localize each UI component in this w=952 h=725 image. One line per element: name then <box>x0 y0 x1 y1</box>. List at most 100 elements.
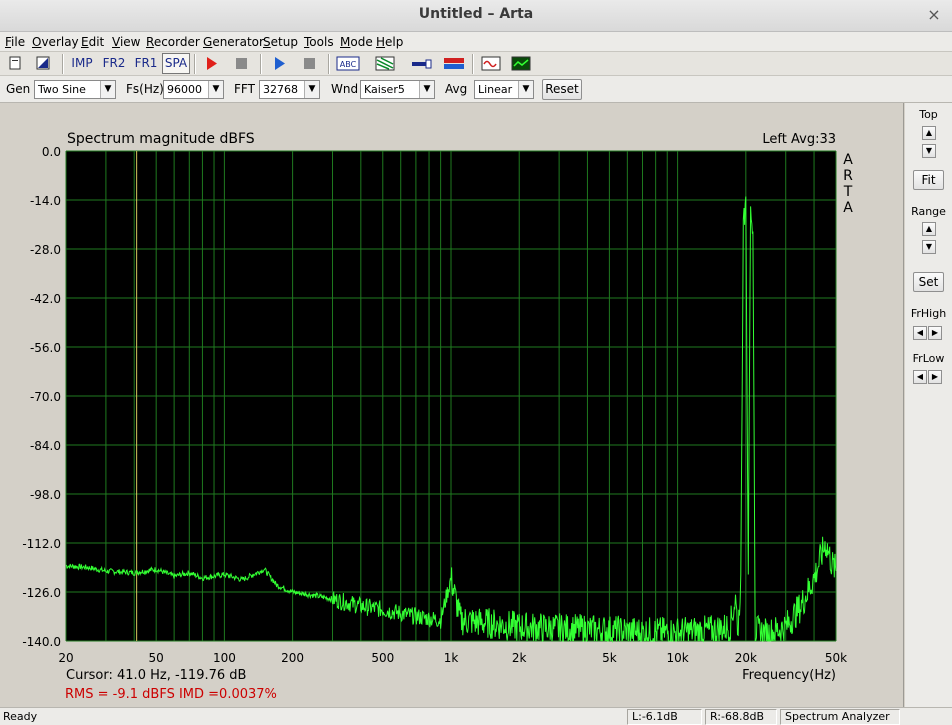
oscilloscope-icon[interactable] <box>508 53 534 74</box>
chart-title: Spectrum magnitude dBFS <box>67 131 255 147</box>
set-button[interactable]: Set <box>913 272 944 292</box>
x-tick-label: 2k <box>512 651 527 665</box>
y-tick-label: -56.0 <box>30 341 61 355</box>
top-label: Top <box>919 108 938 121</box>
fr1-mode-button[interactable]: FR1 <box>132 53 160 74</box>
menu-overlay[interactable]: Overlay <box>32 35 79 49</box>
overlay-icon[interactable] <box>372 53 398 74</box>
status-cell-mode: Spectrum Analyzer <box>780 709 900 725</box>
toolbar-separator <box>260 54 262 74</box>
menu-tools[interactable]: Tools <box>304 35 334 49</box>
record-play-icon[interactable] <box>200 53 222 74</box>
chevron-down-icon: ▼ <box>518 81 533 98</box>
frlow-right-icon[interactable]: ▶ <box>928 370 942 384</box>
spectrum-chart[interactable]: Spectrum magnitude dBFS Left Avg:33 A R … <box>0 103 904 707</box>
y-tick-label: -28.0 <box>30 243 61 257</box>
x-axis-label: Frequency(Hz) <box>742 668 836 683</box>
x-tick-label: 20 <box>58 651 73 665</box>
chevron-down-icon: ▼ <box>208 81 223 98</box>
generator-select-value: Two Sine <box>38 83 86 96</box>
sample-rate-value: 96000 <box>167 83 202 96</box>
signal-generator-icon[interactable] <box>478 53 504 74</box>
calibration-icon[interactable] <box>408 53 436 74</box>
status-bar: Ready L:-6.1dB R:-68.8dB Spectrum Analyz… <box>0 707 952 725</box>
x-tick-label: 20k <box>735 651 757 665</box>
y-tick-label: -112.0 <box>22 537 61 551</box>
side-panel: Top ▲ ▼ Fit Range ▲ ▼ Set FrHigh ◀ ▶ FrL… <box>905 103 952 707</box>
chevron-down-icon: ▼ <box>304 81 319 98</box>
generator-play-icon[interactable] <box>268 53 290 74</box>
spa-mode-button[interactable]: SPA <box>162 53 190 74</box>
open-file-icon[interactable] <box>32 53 54 74</box>
range-up-icon[interactable]: ▲ <box>922 222 936 236</box>
menu-edit[interactable]: Edit <box>81 35 104 49</box>
x-tick-label: 10k <box>666 651 688 665</box>
gen-label: Gen <box>6 82 31 96</box>
x-tick-label: 50 <box>149 651 164 665</box>
status-cell-right: R:-68.8dB <box>705 709 777 725</box>
fr2-mode-button[interactable]: FR2 <box>100 53 128 74</box>
menu-mode[interactable]: Mode <box>340 35 373 49</box>
y-tick-label: -140.0 <box>22 635 61 649</box>
fft-size-value: 32768 <box>263 83 298 96</box>
y-tick-label: 0.0 <box>42 145 61 159</box>
reset-button[interactable]: Reset <box>542 79 582 100</box>
y-tick-label: -98.0 <box>30 488 61 502</box>
generator-stop-icon[interactable] <box>298 53 320 74</box>
menu-recorder[interactable]: Recorder <box>146 35 200 49</box>
level-meter-icon[interactable] <box>440 53 468 74</box>
frhigh-right-icon[interactable]: ▶ <box>928 326 942 340</box>
brand-letter: A <box>843 152 853 168</box>
chevron-down-icon: ▼ <box>419 81 434 98</box>
top-up-icon[interactable]: ▲ <box>922 126 936 140</box>
toolbar-separator <box>194 54 196 74</box>
frlow-left-icon[interactable]: ◀ <box>913 370 927 384</box>
channel-label: Left Avg:33 <box>762 132 836 147</box>
y-tick-label: -126.0 <box>22 586 61 600</box>
frhigh-left-icon[interactable]: ◀ <box>913 326 927 340</box>
x-tick-label: 100 <box>213 651 236 665</box>
new-file-icon[interactable] <box>4 53 26 74</box>
record-stop-icon[interactable] <box>230 53 252 74</box>
sample-rate-select[interactable]: 96000 ▼ <box>163 80 224 99</box>
wnd-label: Wnd <box>331 82 359 96</box>
status-cell-left: L:-6.1dB <box>627 709 702 725</box>
fs-label: Fs(Hz) <box>126 82 164 96</box>
fft-label: FFT <box>234 82 255 96</box>
status-text: Ready <box>3 710 38 723</box>
menu-help[interactable]: Help <box>376 35 403 49</box>
window-value: Kaiser5 <box>364 83 405 96</box>
menu-generator[interactable]: Generator <box>203 35 264 49</box>
range-down-icon[interactable]: ▼ <box>922 240 936 254</box>
fft-size-select[interactable]: 32768 ▼ <box>259 80 320 99</box>
menu-setup[interactable]: Setup <box>263 35 298 49</box>
x-tick-label: 50k <box>825 651 847 665</box>
rms-imd-readout: RMS = -9.1 dBFS IMD =0.0037% <box>65 687 277 702</box>
averaging-value: Linear <box>478 83 513 96</box>
window-select[interactable]: Kaiser5 ▼ <box>360 80 435 99</box>
fit-button[interactable]: Fit <box>913 170 944 190</box>
close-icon[interactable]: × <box>924 5 944 25</box>
menu-file[interactable]: File <box>5 35 25 49</box>
brand-letter: A <box>843 200 853 216</box>
y-tick-label: -70.0 <box>30 390 61 404</box>
x-tick-label: 5k <box>602 651 617 665</box>
averaging-select[interactable]: Linear ▼ <box>474 80 534 99</box>
range-label: Range <box>911 205 946 218</box>
toolbar-separator <box>472 54 474 74</box>
menu-view[interactable]: View <box>112 35 140 49</box>
brand-letter: R <box>843 168 853 184</box>
abc-label-icon[interactable]: ABC <box>334 53 362 74</box>
mode-text: Spectrum Analyzer <box>785 710 890 723</box>
y-tick-label: -42.0 <box>30 292 61 306</box>
menu-bar: File Overlay Edit View Recorder Generato… <box>0 32 952 52</box>
avg-label: Avg <box>445 82 468 96</box>
x-tick-label: 200 <box>281 651 304 665</box>
window-title: Untitled – Arta <box>418 6 534 22</box>
x-tick-label: 500 <box>371 651 394 665</box>
cursor-readout: Cursor: 41.0 Hz, -119.76 dB <box>66 668 246 683</box>
generator-select[interactable]: Two Sine ▼ <box>34 80 116 99</box>
imp-mode-button[interactable]: IMP <box>68 53 96 74</box>
frlow-label: FrLow <box>912 352 945 365</box>
top-down-icon[interactable]: ▼ <box>922 144 936 158</box>
